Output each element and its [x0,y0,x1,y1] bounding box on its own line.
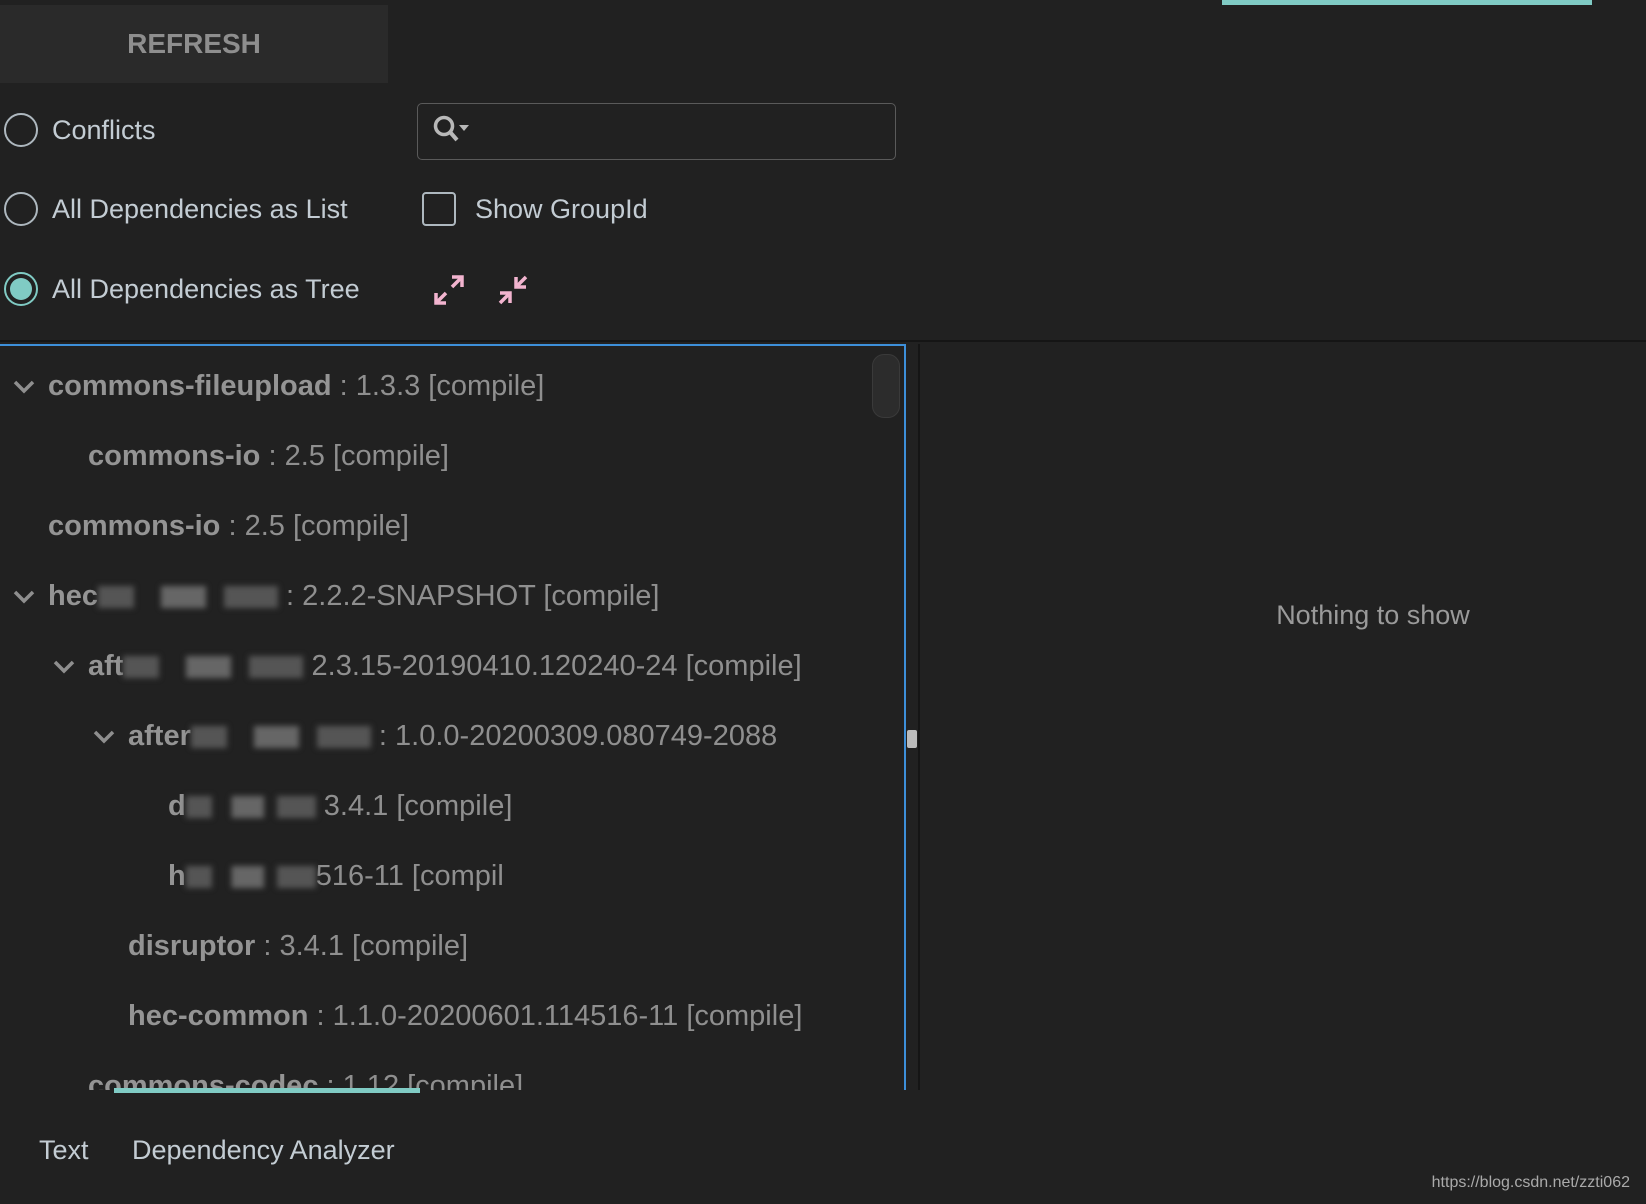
artifact-name: d [168,790,186,822]
artifact-version: : 2.5 [compile] [260,440,449,472]
radio-conflicts[interactable]: Conflicts [4,113,156,147]
artifact-version: 3.4.1 [compile] [315,790,513,822]
collapse-all-icon[interactable] [496,273,530,307]
artifact-name: hec-common [128,1000,309,1032]
artifact-name: h [168,860,186,892]
toolbar-divider [0,340,1646,342]
refresh-button[interactable]: REFRESH [0,5,388,83]
chevron-down-icon[interactable] [52,654,76,678]
artifact-name: commons-io [48,510,221,542]
tree-row[interactable]: disruptor : 3.4.1 [compile] [128,926,468,966]
show-groupid-label: Show GroupId [475,194,648,224]
show-groupid-checkbox[interactable] [422,192,456,226]
artifact-version: : 3.4.1 [compile] [255,930,469,962]
redacted-text [190,726,371,749]
artifact-name: commons-fileupload [48,370,332,402]
radio-circle-icon[interactable] [4,192,38,226]
chevron-down-icon[interactable] [12,374,36,398]
artifact-name: aft [88,650,124,682]
redacted-text [185,796,316,819]
radio-all-dependencies-tree[interactable]: All Dependencies as Tree [4,272,360,306]
redacted-text [123,656,304,679]
artifact-version: : 1.1.0-20200601.114516-11 [compile] [308,1000,803,1032]
split-pane-handle[interactable] [907,730,917,748]
redacted-text [97,586,278,609]
chevron-down-icon[interactable] [12,584,36,608]
tree-row[interactable]: aft 2.3.15-20190410.120240-24 [compile] [53,646,802,686]
tree-scrollbar-thumb[interactable] [872,354,900,418]
artifact-name: after [128,720,191,752]
tree-row[interactable]: commons-io : 2.5 [compile] [88,436,449,476]
artifact-version: : 2.5 [compile] [220,510,409,542]
tree-row[interactable]: commons-codec : 1.12 [compile] [88,1066,523,1090]
redacted-text [185,866,316,889]
active-bottom-tab-indicator [114,1088,420,1093]
artifact-version: : 1.0.0-20200309.080749-2088 [370,720,778,752]
artifact-version: : 1.3.3 [compile] [331,370,545,402]
radio-all-dependencies-list[interactable]: All Dependencies as List [4,192,348,226]
radio-label: All Dependencies as Tree [52,273,360,304]
artifact-name: disruptor [128,930,256,962]
radio-label: All Dependencies as List [52,193,348,224]
artifact-version: 2.3.15-20190410.120240-24 [compile] [303,650,802,682]
tree-row[interactable]: after : 1.0.0-20200309.080749-2088 [93,716,778,756]
watermark: https://blog.csdn.net/zzti062 [1431,1174,1630,1191]
tree-row[interactable]: hec-common : 1.1.0-20200601.114516-11 [c… [128,996,802,1036]
artifact-name: commons-io [88,440,261,472]
tree-row[interactable]: d 3.4.1 [compile] [168,786,512,826]
tree-row[interactable]: commons-io : 2.5 [compile] [48,506,409,546]
detail-panel [918,344,1646,1090]
tree-row[interactable]: hec : 2.2.2-SNAPSHOT [compile] [13,576,660,616]
artifact-name: commons-codec [88,1070,319,1090]
artifact-name: hec [48,580,98,612]
chevron-down-icon[interactable] [92,724,116,748]
radio-circle-icon[interactable] [4,113,38,147]
search-field[interactable] [417,103,896,160]
expand-all-icon[interactable] [432,273,466,307]
artifact-version: 516-11 [compil [315,860,504,892]
search-input[interactable] [478,112,882,152]
tree-row[interactable]: commons-fileupload : 1.3.3 [compile] [13,366,545,406]
dependency-tree[interactable]: commons-fileupload : 1.3.3 [compile] comm… [0,344,906,1090]
tab-text[interactable]: Text [39,1135,89,1166]
tree-row[interactable]: h 516-11 [compil [168,856,504,896]
active-tab-indicator [1222,0,1592,5]
radio-selected-icon[interactable] [4,272,38,306]
empty-state-text: Nothing to show [1276,600,1470,630]
radio-label: Conflicts [52,114,156,145]
artifact-version: : 2.2.2-SNAPSHOT [compile] [277,580,660,612]
artifact-version: : 1.12 [compile] [318,1070,524,1090]
search-dropdown-icon[interactable] [432,114,472,148]
tab-dependency-analyzer[interactable]: Dependency Analyzer [132,1135,395,1166]
